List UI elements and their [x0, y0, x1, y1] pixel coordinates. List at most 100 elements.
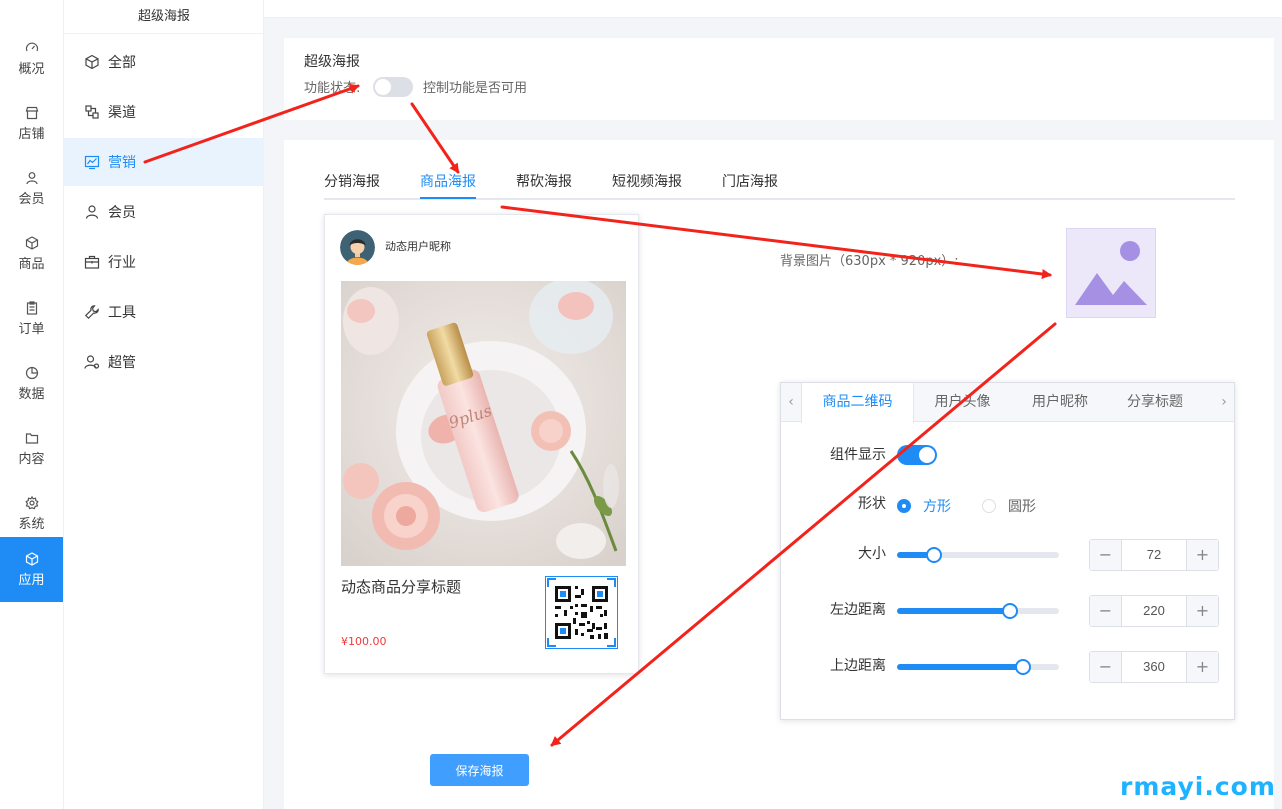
submenu-item-tools[interactable]: 工具: [64, 288, 264, 336]
size-row: 大小: [781, 544, 886, 564]
box-icon: [25, 235, 38, 250]
rail-item-store[interactable]: 店铺: [0, 91, 63, 156]
tabs-next-icon[interactable]: ›: [1214, 383, 1234, 422]
top-distance-slider[interactable]: [897, 659, 1059, 675]
poster-share-title[interactable]: 动态商品分享标题: [341, 576, 461, 597]
component-display-toggle[interactable]: [897, 445, 937, 465]
slider-handle[interactable]: [1002, 603, 1019, 619]
rail-item-label: 商品: [18, 256, 45, 272]
top-distance-increase-button[interactable]: +: [1186, 652, 1218, 682]
radio-dot: [897, 499, 911, 513]
submenu-item-all[interactable]: 全部: [64, 38, 264, 86]
submenu-item-marketing[interactable]: 营销: [64, 138, 264, 186]
rail-item-products[interactable]: 商品: [0, 221, 63, 286]
poster-user-nickname[interactable]: 动态用户昵称: [385, 238, 451, 254]
submenu-item-industry[interactable]: 行业: [64, 238, 264, 286]
rail-item-label: 内容: [18, 451, 45, 467]
rail-item-label: 订单: [18, 321, 45, 337]
feature-status-toggle[interactable]: [373, 77, 413, 97]
slider-fill: [897, 608, 1011, 614]
rail-item-label: 系统: [18, 516, 45, 532]
top-distance-input[interactable]: [1122, 652, 1186, 682]
shape-square-radio[interactable]: 方形: [897, 496, 951, 516]
submenu-item-label: 全部: [108, 55, 136, 71]
tab-user-nickname[interactable]: 用户昵称: [1011, 383, 1109, 422]
tab-bargain-poster[interactable]: 帮砍海报: [516, 171, 572, 191]
image-placeholder-icon: [1075, 241, 1147, 305]
tab-share-title[interactable]: 分享标题: [1109, 383, 1201, 422]
main-nav-rail: 概况 店铺 会员 商品 订单 数据 内容 系统 应用: [0, 0, 63, 809]
submenu-item-label: 渠道: [108, 105, 136, 121]
left-distance-increase-button[interactable]: +: [1186, 596, 1218, 626]
page-title: 超级海报: [304, 54, 360, 70]
left-distance-decrease-button[interactable]: −: [1090, 596, 1122, 626]
left-distance-row: 左边距离: [781, 600, 886, 620]
rail-item-overview[interactable]: 概况: [0, 26, 63, 91]
top-distance-decrease-button[interactable]: −: [1090, 652, 1122, 682]
tab-product-qrcode[interactable]: 商品二维码: [801, 383, 914, 423]
size-decrease-button[interactable]: −: [1090, 540, 1122, 570]
display-row: 组件显示: [781, 445, 886, 465]
shape-label: 形状: [858, 496, 886, 512]
clipboard-icon: [26, 300, 37, 315]
poster-qr-code[interactable]: [545, 576, 618, 649]
size-slider[interactable]: [897, 547, 1059, 563]
tab-distribution-poster[interactable]: 分销海报: [324, 171, 380, 191]
left-distance-slider[interactable]: [897, 603, 1059, 619]
wrench-icon: [84, 305, 99, 320]
tab-short-video-poster[interactable]: 短视频海报: [612, 171, 682, 191]
rail-item-label: 店铺: [18, 126, 45, 142]
poster-preview: 动态用户昵称 9plus 动态商品分享标题 ¥100.00: [324, 214, 639, 674]
tab-store-poster[interactable]: 门店海报: [722, 171, 778, 191]
rail-item-members[interactable]: 会员: [0, 156, 63, 221]
user-icon: [25, 171, 38, 184]
store-icon: [25, 106, 38, 119]
briefcase-icon: [84, 255, 100, 269]
save-poster-button[interactable]: 保存海报: [430, 754, 529, 786]
rail-item-orders[interactable]: 订单: [0, 286, 63, 351]
component-tabs: ‹ 商品二维码 用户头像 用户昵称 分享标题 ›: [781, 383, 1234, 423]
shape-circle-label: 圆形: [1008, 499, 1036, 515]
submenu-item-members[interactable]: 会员: [64, 188, 264, 236]
submenu-item-channel[interactable]: 渠道: [64, 88, 264, 136]
rail-item-apps[interactable]: 应用: [0, 537, 63, 602]
rail-item-label: 应用: [18, 572, 45, 588]
rail-item-label: 会员: [18, 191, 45, 207]
size-stepper: − +: [1089, 539, 1219, 571]
background-image-label: 背景图片（630px * 920px）:: [780, 254, 959, 269]
poster-user-avatar[interactable]: [340, 230, 375, 265]
rail-item-content[interactable]: 内容: [0, 416, 63, 481]
tab-user-avatar[interactable]: 用户头像: [914, 383, 1011, 422]
submenu-title: 超级海报: [64, 0, 264, 34]
dashboard-icon: [25, 42, 38, 51]
poster-price[interactable]: ¥100.00: [341, 635, 387, 648]
product-photo-image: 9plus: [341, 281, 626, 566]
background-image-upload[interactable]: [1066, 228, 1156, 318]
tabs-prev-icon[interactable]: ‹: [781, 383, 801, 422]
top-distance-label: 上边距离: [830, 658, 886, 674]
avatar-icon: [340, 230, 375, 265]
slider-handle[interactable]: [926, 547, 943, 563]
submenu-item-label: 行业: [108, 255, 136, 271]
top-bar: [264, 0, 1282, 18]
submenu-item-admin[interactable]: 超管: [64, 338, 264, 386]
cube-icon: [85, 54, 99, 70]
size-increase-button[interactable]: +: [1186, 540, 1218, 570]
slider-handle[interactable]: [1015, 659, 1032, 675]
sub-menu: 超级海报 全部 渠道 营销 会员 行业 工具 超管: [63, 0, 264, 809]
tab-product-poster[interactable]: 商品海报: [420, 171, 476, 191]
admin-icon: [84, 355, 100, 369]
shape-circle-radio[interactable]: 圆形: [982, 496, 1036, 516]
slider-fill: [897, 664, 1024, 670]
gear-icon: [24, 495, 39, 509]
shape-row: 形状: [781, 494, 886, 514]
rail-item-data[interactable]: 数据: [0, 351, 63, 416]
poster-product-image[interactable]: 9plus: [341, 281, 626, 566]
qr-code-icon: [546, 577, 617, 648]
trend-icon: [84, 155, 100, 170]
submenu-item-label: 会员: [108, 205, 136, 221]
status-description: 控制功能是否可用: [423, 81, 528, 96]
feature-header-card: 超级海报 功能状态: 控制功能是否可用: [284, 38, 1274, 120]
size-input[interactable]: [1122, 540, 1186, 570]
left-distance-input[interactable]: [1122, 596, 1186, 626]
